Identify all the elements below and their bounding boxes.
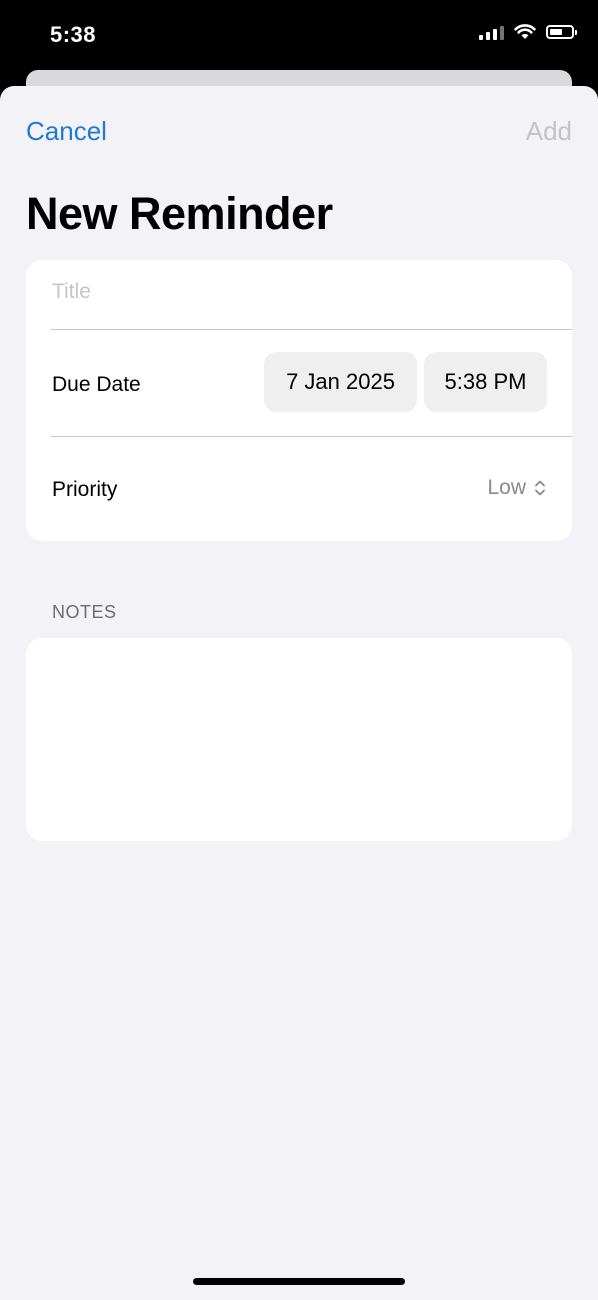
cancel-button[interactable]: Cancel [26,116,107,147]
priority-label: Priority [52,478,118,501]
due-date-label: Due Date [52,373,141,396]
divider [51,329,572,330]
add-button[interactable]: Add [526,116,572,147]
title-input[interactable] [52,280,532,304]
notes-textarea[interactable] [46,654,556,828]
notes-header: NOTES [52,602,117,622]
notes-card [26,638,572,841]
priority-value: Low [487,476,526,499]
status-icons [479,24,577,40]
home-indicator[interactable] [193,1278,405,1285]
chevron-up-down-icon [535,480,545,496]
title-row [26,260,572,329]
reminder-form-card: Due Date 7 Jan 2025 5:38 PM Priority Low [26,260,572,541]
status-time: 5:38 [50,22,97,47]
date-picker-button[interactable]: 7 Jan 2025 [264,352,417,412]
battery-icon [546,25,577,39]
signal-icon [479,24,504,40]
page-title: New Reminder [26,188,333,239]
status-bar: 5:38 [0,0,598,70]
priority-selector[interactable]: Low [487,476,546,500]
divider [51,436,572,437]
wifi-icon [514,24,536,39]
time-picker-button[interactable]: 5:38 PM [424,352,547,412]
new-reminder-sheet: Cancel Add New Reminder Due Date 7 Jan 2… [0,86,598,1300]
